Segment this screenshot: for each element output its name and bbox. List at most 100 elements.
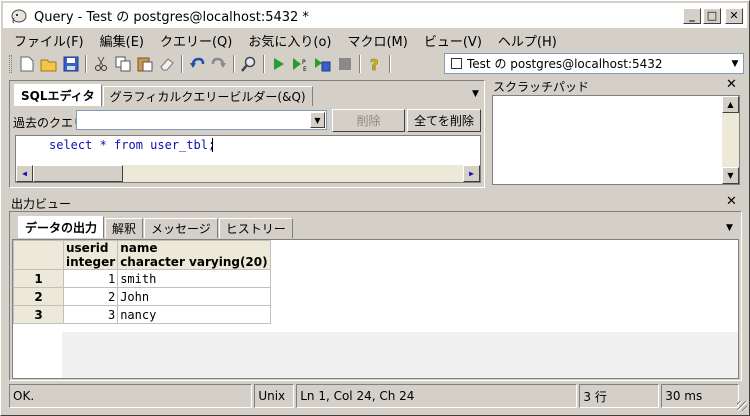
delete-button[interactable]: 削除 <box>332 109 405 132</box>
status-bar: OK. Unix Ln 1, Col 24, Ch 24 3 行 30 ms <box>9 384 741 408</box>
menu-file[interactable]: ファイル(F) <box>9 31 89 50</box>
column-name: userid <box>66 241 109 255</box>
close-icon[interactable]: ✕ <box>726 194 737 209</box>
elephant-icon <box>9 6 29 26</box>
row-number[interactable]: 1 <box>13 269 64 288</box>
menu-macros[interactable]: マクロ(M) <box>342 31 412 50</box>
explain-icon[interactable]: PE <box>290 53 312 75</box>
execute-to-file-icon[interactable] <box>312 53 334 75</box>
cell-name[interactable]: nancy <box>117 305 271 324</box>
cut-icon[interactable] <box>90 53 112 75</box>
scroll-down-icon[interactable]: ▼ <box>722 167 739 184</box>
scratch-pad-panel: スクラッチパッド ✕ ▲ ▼ <box>490 77 742 188</box>
close-icon[interactable]: ✕ <box>726 77 737 92</box>
tab-list-icon[interactable]: ▼ <box>472 89 479 99</box>
svg-text:?: ? <box>370 56 379 72</box>
results-grid[interactable]: userid integer name character varying(20… <box>12 239 739 379</box>
tab-graphical-query-builder[interactable]: グラフィカルクエリービルダー(&Q) <box>102 86 313 106</box>
copy-icon[interactable] <box>112 53 134 75</box>
editor-horizontal-scrollbar[interactable]: ◀ ▶ <box>16 165 480 182</box>
chevron-down-icon[interactable]: ▼ <box>310 112 325 128</box>
menu-favourites[interactable]: お気に入り(o) <box>243 31 336 50</box>
execute-icon[interactable] <box>268 53 290 75</box>
history-label: 過去のクエリ <box>13 116 86 130</box>
sql-query-editor[interactable]: select * from user_tbl; ◀ ▶ <box>15 135 481 183</box>
status-line-ending: Unix <box>254 384 295 408</box>
header-row: userid integer name character varying(20… <box>13 240 271 270</box>
tab-history[interactable]: ヒストリー <box>218 218 293 238</box>
help-icon[interactable]: ? <box>364 53 386 75</box>
table-row[interactable]: 2 2 John <box>13 287 271 306</box>
row-number[interactable]: 3 <box>13 305 64 324</box>
table-row[interactable]: 1 1 smith <box>13 269 271 288</box>
resize-grip-icon[interactable] <box>737 401 747 411</box>
redo-icon[interactable] <box>208 53 230 75</box>
scroll-right-icon[interactable]: ▶ <box>463 165 480 182</box>
save-icon[interactable] <box>60 53 82 75</box>
toolbar-grip[interactable] <box>9 55 12 73</box>
connection-checkbox[interactable] <box>451 58 462 69</box>
row-number[interactable]: 2 <box>13 287 64 306</box>
toolbar-separator <box>233 55 235 73</box>
history-combo[interactable]: ▼ <box>76 110 327 130</box>
undo-icon[interactable] <box>186 53 208 75</box>
sql-editor-panel: SQLエディタ グラフィカルクエリービルダー(&Q) ▼ 過去のクエリ ▼ 削除… <box>9 80 485 188</box>
close-button[interactable]: ✕ <box>725 7 743 24</box>
scroll-left-icon[interactable]: ◀ <box>16 165 33 182</box>
scratch-pad-title: スクラッチパッド <box>493 80 590 94</box>
output-tabs: データの出力 解釈 メッセージ ヒストリー <box>18 216 294 238</box>
output-panel: データの出力 解釈 メッセージ ヒストリー ▼ userid integer n… <box>9 211 742 381</box>
scratch-pad-scrollbar[interactable]: ▲ ▼ <box>722 96 739 184</box>
toolbar-separator <box>263 55 265 73</box>
menu-edit[interactable]: 編集(E) <box>95 31 149 50</box>
column-header-userid[interactable]: userid integer <box>62 240 119 270</box>
menu-bar: ファイル(F) 編集(E) クエリー(Q) お気に入り(o) マクロ(M) ビュ… <box>3 29 747 51</box>
title-bar[interactable]: Query - Test の postgres@localhost:5432 *… <box>3 3 747 28</box>
column-header-name[interactable]: name character varying(20) <box>117 240 271 270</box>
tab-messages[interactable]: メッセージ <box>144 218 218 238</box>
svg-text:E: E <box>303 66 307 72</box>
cell-name[interactable]: John <box>117 287 271 306</box>
toolbar: PE ? Test の postgres@localhost:5432 ▼ <box>3 52 747 76</box>
scroll-up-icon[interactable]: ▲ <box>722 96 739 113</box>
connection-select[interactable]: Test の postgres@localhost:5432 ▼ <box>444 53 744 74</box>
grid-empty-area <box>62 332 738 378</box>
tab-data-output[interactable]: データの出力 <box>18 216 105 238</box>
scroll-thumb[interactable] <box>33 165 123 182</box>
stop-icon[interactable] <box>334 53 356 75</box>
toolbar-separator <box>389 55 391 73</box>
cell-userid[interactable]: 3 <box>62 305 119 324</box>
clear-icon[interactable] <box>156 53 178 75</box>
query-window: Query - Test の postgres@localhost:5432 *… <box>0 0 750 416</box>
tab-sql-editor[interactable]: SQLエディタ <box>14 84 102 106</box>
status-row-count: 3 行 <box>579 384 660 408</box>
column-type: integer <box>66 255 116 269</box>
chevron-down-icon[interactable]: ▼ <box>727 54 743 73</box>
scratch-pad-editor[interactable]: ▲ ▼ <box>492 95 740 185</box>
sql-editor-tabs: SQLエディタ グラフィカルクエリービルダー(&Q) <box>14 84 314 106</box>
column-type: character varying(20) <box>120 255 268 269</box>
delete-all-button[interactable]: 全てを削除 <box>407 109 481 132</box>
cell-userid[interactable]: 2 <box>62 287 119 306</box>
find-icon[interactable] <box>238 53 260 75</box>
table-row[interactable]: 3 3 nancy <box>13 305 271 324</box>
window-title: Query - Test の postgres@localhost:5432 * <box>34 10 309 25</box>
svg-text:P: P <box>302 59 306 66</box>
output-view-title: 出力ビュー <box>11 197 72 211</box>
menu-help[interactable]: ヘルプ(H) <box>493 31 562 50</box>
new-file-icon[interactable] <box>16 53 38 75</box>
text-cursor <box>212 138 213 152</box>
open-folder-icon[interactable] <box>38 53 60 75</box>
menu-view[interactable]: ビュー(V) <box>419 31 487 50</box>
tab-explain[interactable]: 解釈 <box>105 218 144 238</box>
menu-query[interactable]: クエリー(Q) <box>155 31 237 50</box>
column-name: name <box>120 241 158 255</box>
cell-userid[interactable]: 1 <box>62 269 119 288</box>
cell-name[interactable]: smith <box>117 269 271 288</box>
maximize-button[interactable]: □ <box>703 7 721 24</box>
paste-icon[interactable] <box>134 53 156 75</box>
tab-list-icon[interactable]: ▼ <box>726 223 733 233</box>
connection-value: Test の postgres@localhost:5432 <box>467 57 663 71</box>
minimize-button[interactable]: _ <box>683 7 701 24</box>
corner-cell[interactable] <box>13 240 64 270</box>
